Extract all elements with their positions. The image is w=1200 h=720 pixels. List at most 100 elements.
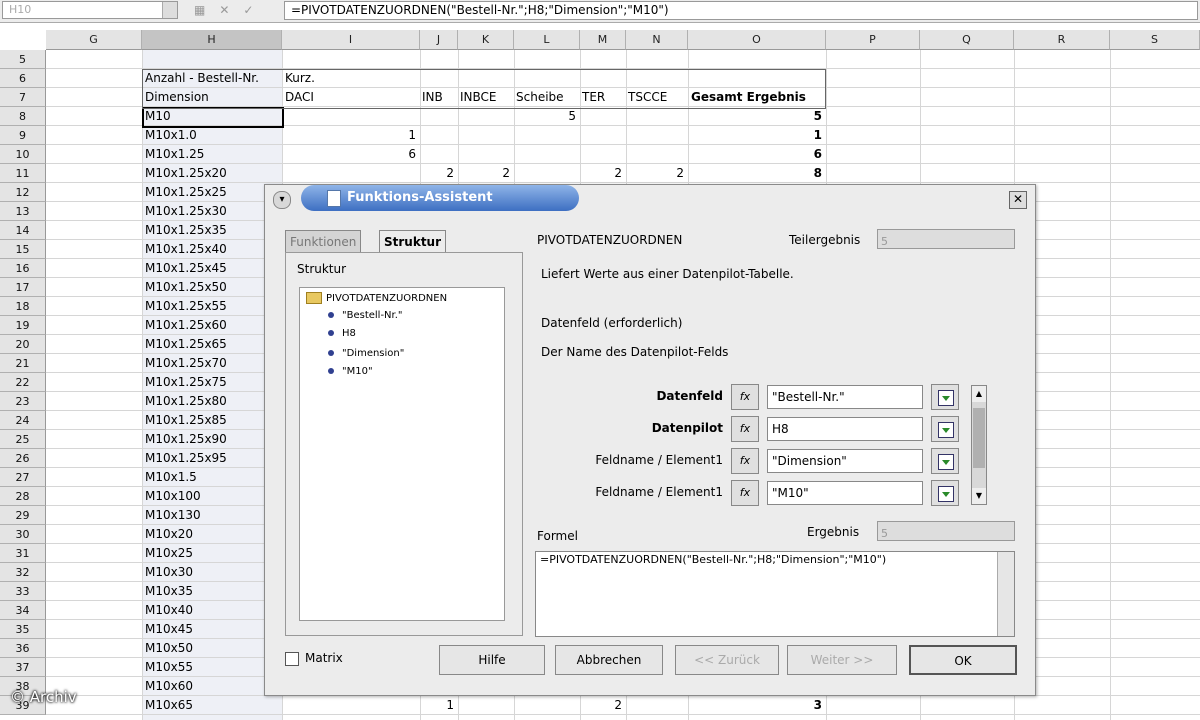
column-header-q[interactable]: Q xyxy=(920,30,1014,50)
cell-value[interactable]: 2 xyxy=(580,696,622,715)
row-header[interactable]: 11 xyxy=(0,164,46,183)
column-header-j[interactable]: J xyxy=(420,30,458,50)
cell-h[interactable]: M10x1.25 xyxy=(145,145,204,164)
row-header[interactable]: 20 xyxy=(0,335,46,354)
tree-item[interactable]: H8 xyxy=(328,328,356,339)
help-button[interactable]: Hilfe xyxy=(439,645,545,675)
tree-item[interactable]: "Bestell-Nr." xyxy=(328,310,403,321)
row-header[interactable]: 35 xyxy=(0,620,46,639)
cell-h[interactable]: M10x1.25x65 xyxy=(145,335,227,354)
row-header[interactable]: 15 xyxy=(0,240,46,259)
name-box[interactable]: H10 xyxy=(2,1,178,19)
column-header-h[interactable]: H xyxy=(142,30,282,50)
cell-value[interactable]: 1 xyxy=(688,126,822,145)
fx-button[interactable]: fx xyxy=(731,384,759,410)
column-header-g[interactable]: G xyxy=(46,30,142,50)
cell-value[interactable]: 2 xyxy=(626,164,684,183)
cell-h[interactable]: M10x1.25x70 xyxy=(145,354,227,373)
cell-h[interactable]: M10x1.25x20 xyxy=(145,164,227,183)
cell-value[interactable]: 1 xyxy=(420,696,454,715)
row-header[interactable]: 12 xyxy=(0,183,46,202)
row-header[interactable]: 21 xyxy=(0,354,46,373)
column-header-i[interactable]: I xyxy=(282,30,420,50)
cell-h[interactable]: M10x1.25x35 xyxy=(145,221,227,240)
fx-button[interactable]: fx xyxy=(731,448,759,474)
row-header[interactable]: 24 xyxy=(0,411,46,430)
arg-input-datenpilot[interactable]: H8 xyxy=(767,417,923,441)
row-header[interactable]: 18 xyxy=(0,297,46,316)
row-header[interactable]: 29 xyxy=(0,506,46,525)
arg-input-feldname-2[interactable]: "M10" xyxy=(767,481,923,505)
scroll-thumb[interactable] xyxy=(973,408,985,468)
row-header[interactable]: 27 xyxy=(0,468,46,487)
cell-h[interactable]: M10x20 xyxy=(145,525,193,544)
row-header[interactable]: 28 xyxy=(0,487,46,506)
dialog-titlebar[interactable]: Funktions-Assistent xyxy=(301,185,579,211)
cell-value[interactable]: 1 xyxy=(282,126,416,145)
shrink-button[interactable] xyxy=(931,480,959,506)
arguments-scrollbar[interactable]: ▲ ▼ xyxy=(971,385,987,505)
window-menu-icon[interactable]: ▾ xyxy=(273,191,291,209)
cell-h[interactable]: M10x1.25x95 xyxy=(145,449,227,468)
cell-h[interactable]: M10x1.25x60 xyxy=(145,316,227,335)
column-header-o[interactable]: O xyxy=(688,30,826,50)
row-header[interactable]: 32 xyxy=(0,563,46,582)
row-header[interactable]: 31 xyxy=(0,544,46,563)
cell-h[interactable]: M10x1.25x80 xyxy=(145,392,227,411)
cell-value[interactable]: 8 xyxy=(688,164,822,183)
cell-h[interactable]: M10x60 xyxy=(145,677,193,696)
formula-editor[interactable]: =PIVOTDATENZUORDNEN("Bestell-Nr.";H8;"Di… xyxy=(535,551,1015,637)
cell-value[interactable]: 5 xyxy=(688,107,822,126)
cell-h[interactable]: M10x30 xyxy=(145,563,193,582)
cell-h[interactable]: M10x35 xyxy=(145,582,193,601)
row-header[interactable]: 9 xyxy=(0,126,46,145)
cell-h[interactable]: M10x1.25x90 xyxy=(145,430,227,449)
shrink-button[interactable] xyxy=(931,448,959,474)
formula-input[interactable]: =PIVOTDATENZUORDNEN("Bestell-Nr.";H8;"Di… xyxy=(284,1,1198,20)
cell-h[interactable]: M10x1.25x85 xyxy=(145,411,227,430)
row-header[interactable]: 8 xyxy=(0,107,46,126)
cell-value[interactable]: 3 xyxy=(688,696,822,715)
formula-toolbar-icons[interactable]: ▦✕✓ xyxy=(194,3,274,19)
cell-h[interactable]: M10x1.25x40 xyxy=(145,240,227,259)
cell-value[interactable]: 6 xyxy=(282,145,416,164)
cell-h[interactable]: M10x1.25x30 xyxy=(145,202,227,221)
row-header[interactable]: 10 xyxy=(0,145,46,164)
formula-editor-scrollbar[interactable] xyxy=(997,552,1014,636)
cell-value[interactable]: 2 xyxy=(420,164,454,183)
cell-value[interactable]: 6 xyxy=(688,145,822,164)
row-header[interactable]: 17 xyxy=(0,278,46,297)
row-header[interactable]: 13 xyxy=(0,202,46,221)
row-header[interactable]: 7 xyxy=(0,88,46,107)
column-header-p[interactable]: P xyxy=(826,30,920,50)
cell-h[interactable]: M10x65 xyxy=(145,696,193,715)
row-header[interactable]: 16 xyxy=(0,259,46,278)
chevron-down-icon[interactable] xyxy=(162,2,177,18)
cell-h[interactable]: M10x1.0 xyxy=(145,126,197,145)
tree-item[interactable]: "M10" xyxy=(328,366,373,377)
scroll-down-icon[interactable]: ▼ xyxy=(972,488,986,504)
arg-input-datenfeld[interactable]: "Bestell-Nr." xyxy=(767,385,923,409)
row-header[interactable]: 5 xyxy=(0,50,46,69)
row-header[interactable]: 25 xyxy=(0,430,46,449)
cell-h[interactable]: M10x50 xyxy=(145,639,193,658)
structure-tree[interactable]: PIVOTDATENZUORDNEN "Bestell-Nr." H8 "Dim… xyxy=(299,287,505,621)
tree-root[interactable]: PIVOTDATENZUORDNEN xyxy=(306,292,447,304)
cell-h[interactable]: M10x25 xyxy=(145,544,193,563)
tree-item[interactable]: "Dimension" xyxy=(328,348,404,359)
back-button[interactable]: << Zurück xyxy=(675,645,779,675)
row-header[interactable]: 26 xyxy=(0,449,46,468)
column-header-k[interactable]: K xyxy=(458,30,514,50)
row-header[interactable]: 19 xyxy=(0,316,46,335)
cell-value[interactable]: 2 xyxy=(458,164,510,183)
column-header-m[interactable]: M xyxy=(580,30,626,50)
row-header[interactable]: 23 xyxy=(0,392,46,411)
column-header-r[interactable]: R xyxy=(1014,30,1110,50)
cell-h[interactable]: M10x100 xyxy=(145,487,201,506)
tab-functions[interactable]: Funktionen xyxy=(285,230,362,253)
fx-button[interactable]: fx xyxy=(731,416,759,442)
row-header[interactable]: 36 xyxy=(0,639,46,658)
cell-h[interactable]: M10x1.5 xyxy=(145,468,197,487)
tab-structure[interactable]: Struktur xyxy=(379,230,447,253)
cell-h[interactable]: M10x1.25x75 xyxy=(145,373,227,392)
